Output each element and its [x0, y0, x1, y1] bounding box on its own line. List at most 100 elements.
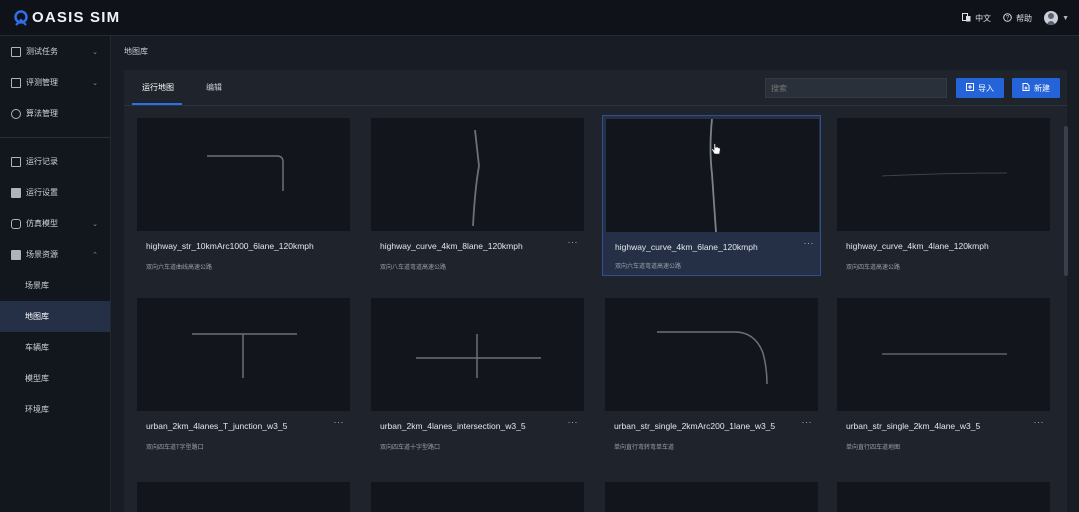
language-label: 中文 [975, 13, 992, 23]
new-button[interactable]: 新建 [1012, 78, 1060, 98]
map-card-description: 单向直行四车道地图 [846, 445, 901, 451]
map-card-description: 双向四车道高速公路 [846, 265, 901, 271]
sidebar-item-run-records[interactable]: 运行记录 [0, 146, 110, 177]
map-library-panel: 运行地图 编辑 导入 新建 hi [124, 70, 1068, 512]
sidebar-subitem-environment-library[interactable]: 环境库 [0, 394, 110, 425]
search-input[interactable] [765, 78, 947, 98]
map-preview-corner [207, 155, 284, 191]
map-preview-straight [882, 353, 1007, 355]
more-options-icon[interactable]: ··· [568, 237, 579, 247]
chevron-down-icon: ⌄ [92, 79, 98, 87]
map-thumbnail [371, 298, 584, 411]
resource-icon [11, 249, 21, 260]
chevron-down-icon: ▼ [1062, 14, 1069, 22]
more-options-icon[interactable]: ··· [804, 238, 815, 248]
sidebar-subitem-map-library[interactable]: 地图库 [0, 301, 110, 332]
chevron-down-icon: ⌄ [92, 48, 98, 56]
evaluation-icon [11, 77, 21, 88]
map-card[interactable]: highway_curve_4km_8lane_120kmph 双向八车道弯道高… [371, 118, 584, 276]
scrollbar[interactable] [1064, 126, 1068, 276]
settings-icon [11, 187, 21, 198]
main-content: 地图库 运行地图 编辑 导入 新建 [112, 36, 1079, 512]
map-card-name: urban_2km_4lanes_intersection_w3_5 [380, 421, 526, 431]
map-card[interactable]: highway_str_10kmArc1000_6lane_120kmph 双向… [137, 118, 350, 276]
map-card-partial[interactable] [137, 482, 350, 512]
map-card-name: highway_curve_4km_4lane_120kmph [846, 241, 989, 251]
breadcrumb: 地图库 [124, 47, 148, 56]
map-preview-vertical-curve [472, 129, 480, 227]
sidebar-item-evaluation[interactable]: 评测管理 ⌄ [0, 67, 110, 98]
hand-cursor-icon [711, 143, 721, 155]
map-card-name: urban_str_single_2kmArc200_1lane_w3_5 [614, 421, 776, 431]
more-options-icon[interactable]: ··· [802, 417, 813, 427]
sidebar-item-run-settings[interactable]: 运行设置 [0, 177, 110, 208]
more-options-icon[interactable]: ··· [1034, 417, 1045, 427]
sidebar-item-test-tasks[interactable]: 测试任务 ⌄ [0, 36, 110, 67]
sidebar-subitem-vehicle-library[interactable]: 车辆库 [0, 332, 110, 363]
map-card[interactable]: urban_2km_4lanes_T_junction_w3_5 双向四车道T字… [137, 298, 350, 456]
map-card-name: highway_curve_4km_8lane_120kmph [380, 241, 523, 251]
map-thumbnail [137, 298, 350, 411]
chevron-up-icon: ⌃ [92, 251, 98, 259]
logo[interactable]: OASIS SIM [12, 0, 120, 36]
sidebar-subitem-model-library[interactable]: 模型库 [0, 363, 110, 394]
sidebar-item-label: 算法管理 [26, 109, 58, 118]
import-icon [966, 83, 974, 93]
sidebar-divider [0, 137, 110, 138]
map-thumbnail [837, 118, 1050, 231]
sidebar-item-sim-models[interactable]: 仿真模型 ⌄ [0, 208, 110, 239]
sidebar-item-label: 测试任务 [26, 47, 58, 56]
help-link[interactable]: ? 帮助 [1003, 12, 1032, 24]
sidebar-item-label: 仿真模型 [26, 219, 58, 228]
map-card-partial[interactable] [837, 482, 1050, 512]
tab-active-indicator [132, 103, 182, 105]
map-preview-arc [657, 331, 768, 385]
more-options-icon[interactable]: ··· [568, 417, 579, 427]
model-icon [11, 218, 21, 229]
map-card-selected[interactable]: highway_curve_4km_6lane_120kmph 双向六车道弯道高… [602, 115, 821, 276]
algorithm-icon [11, 108, 21, 119]
more-options-icon[interactable]: ··· [334, 417, 345, 427]
language-switch[interactable]: 中文 [962, 12, 992, 24]
map-card[interactable]: urban_str_single_2kmArc200_1lane_w3_5 单向… [605, 298, 818, 456]
map-card-partial[interactable] [371, 482, 584, 512]
map-thumbnail [606, 119, 819, 232]
map-card[interactable]: urban_str_single_2km_4lane_w3_5 单向直行四车道地… [837, 298, 1050, 456]
map-card-name: urban_2km_4lanes_T_junction_w3_5 [146, 421, 288, 431]
map-card[interactable]: highway_curve_4km_4lane_120kmph 双向四车道高速公… [837, 118, 1050, 276]
map-card-description: 双向四车道十字型路口 [380, 445, 441, 451]
tab-bar: 运行地图 编辑 导入 新建 [124, 70, 1067, 106]
map-thumbnail [137, 118, 350, 231]
chevron-down-icon: ⌄ [92, 220, 98, 228]
user-menu[interactable]: ▼ [1044, 11, 1069, 25]
task-icon [11, 46, 21, 57]
map-card[interactable]: urban_2km_4lanes_intersection_w3_5 双向四车道… [371, 298, 584, 456]
language-icon [962, 12, 971, 24]
map-card-description: 单向直行弯转弯单车道 [614, 445, 675, 451]
sidebar-item-label: 场景资源 [26, 250, 58, 259]
map-card-description: 双向四车道T字型路口 [146, 445, 204, 451]
sidebar-item-scene-resources[interactable]: 场景资源 ⌃ [0, 239, 110, 270]
map-card-description: 双向六车道曲线高速公路 [146, 265, 213, 271]
tab-running-maps[interactable]: 运行地图 [142, 82, 174, 93]
map-preview-intersection [416, 334, 541, 378]
logo-icon [12, 9, 30, 27]
import-button[interactable]: 导入 [956, 78, 1004, 98]
sidebar-item-algorithm[interactable]: 算法管理 [0, 98, 110, 129]
sidebar-subitem-scene-library[interactable]: 场景库 [0, 270, 110, 301]
map-thumbnail [837, 298, 1050, 411]
top-bar: OASIS SIM 中文 ? 帮助 ▼ [0, 0, 1079, 36]
logo-text: OASIS SIM [32, 9, 121, 26]
sidebar-item-label: 运行设置 [26, 188, 58, 197]
sidebar-item-label: 运行记录 [26, 157, 58, 166]
map-card-name: urban_str_single_2km_4lane_w3_5 [846, 421, 981, 431]
new-file-icon [1022, 83, 1030, 93]
map-preview-vertical-curve [709, 119, 717, 232]
map-card-partial[interactable] [605, 482, 818, 512]
tab-edit[interactable]: 编辑 [206, 82, 222, 93]
map-thumbnail [605, 298, 818, 411]
import-label: 导入 [978, 83, 994, 93]
map-preview-t-junction [192, 333, 297, 378]
new-label: 新建 [1034, 83, 1050, 93]
map-card-description: 双向八车道弯道高速公路 [380, 265, 447, 271]
